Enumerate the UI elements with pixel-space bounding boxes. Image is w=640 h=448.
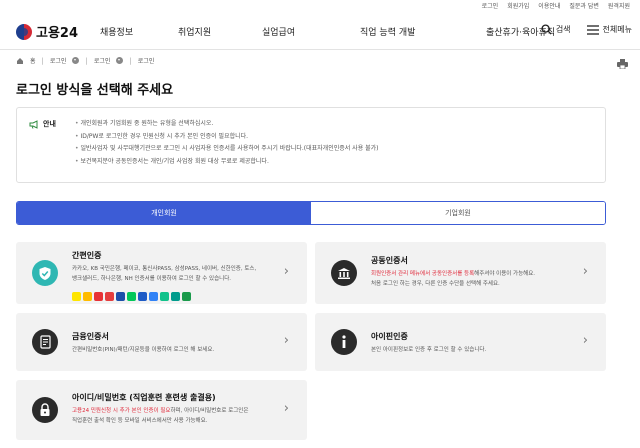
member-type-tabs: 개인회원 기업회원 — [16, 201, 606, 225]
hamburger-icon — [586, 24, 599, 35]
card-description: 카카오, KB 국민은행, 페이코, 통신사PASS, 삼성PASS, 네이버,… — [72, 264, 287, 284]
menu-label: 전체메뉴 — [602, 25, 632, 34]
kb-icon — [83, 292, 92, 301]
card-description: 회원인증서 관리 메뉴에서 공동인증서를 등록해주셔야 이용이 가능해요. 처음… — [371, 269, 586, 289]
card-description-line: 직업훈련 출석 확인 등 모바일 서비스에서만 사용 가능해요. — [72, 418, 208, 424]
toss-icon — [149, 292, 158, 301]
main-nav: 채용정보 취업지원 실업급여 직업 능력 개발 출산휴가·육아휴직 — [100, 25, 596, 38]
payco-icon — [94, 292, 103, 301]
card-description: 본인 아이핀정보로 인증 후 로그인 할 수 있습니다. — [371, 345, 586, 355]
top-link-remote[interactable]: 원격지원 — [608, 1, 630, 10]
card-title: 아이핀인증 — [371, 332, 408, 341]
tab-corporate-member[interactable]: 기업회원 — [311, 202, 605, 224]
card-description-line: 카카오, KB 국민은행, 페이코, 통신사PASS, 삼성PASS, 네이버,… — [72, 266, 257, 272]
breadcrumb-separator-icon: | — [41, 56, 44, 65]
site-logo[interactable]: 고용24 — [16, 22, 78, 41]
document-icon — [32, 329, 58, 355]
breadcrumb-item-1[interactable]: 로그인 — [50, 56, 67, 65]
notice-list: 개인회원과 기업회원 중 원하는 유형을 선택하십시오. ID/PW로 로그인한… — [75, 118, 379, 169]
shinhan-icon — [138, 292, 147, 301]
card-title: 공동인증서 — [371, 256, 408, 265]
printer-icon — [617, 59, 628, 70]
taegeuk-logo-icon — [16, 23, 32, 40]
bank-icon — [331, 260, 357, 286]
top-utility-bar: 로그인 회원가입 이용안내 질문과 답변 원격지원 — [0, 0, 640, 10]
chevron-right-icon: › — [582, 264, 588, 279]
nav-item-jobs[interactable]: 채용정보 — [100, 25, 178, 38]
info-icon — [331, 329, 357, 355]
chevron-right-icon: › — [283, 333, 289, 348]
card-description-line: 하며, 아이디/비밀번호로 로그인은 — [170, 408, 249, 414]
notice-item: 개인회원과 기업회원 중 원하는 유형을 선택하십시오. — [75, 118, 379, 131]
login-option-financial-certificate[interactable]: 금융인증서 간편비밀번호(PIN)/패턴/지문등을 이용하여 로그인 해 보세요… — [16, 313, 307, 371]
top-link-signup[interactable]: 회원가입 — [507, 1, 529, 10]
print-button[interactable] — [617, 54, 628, 73]
top-links: 로그인 회원가입 이용안내 질문과 답변 원격지원 — [482, 1, 630, 10]
top-link-guide[interactable]: 이용안내 — [538, 1, 560, 10]
breadcrumb-item-3: 로그인 — [137, 58, 155, 65]
all-menu-button[interactable]: 전체메뉴 — [586, 24, 632, 35]
notice-item: ID/PW로 로그인한 경우 민원신청 시 추가 본인 인증이 필요합니다. — [75, 131, 379, 144]
card-title: 간편인증 — [72, 251, 102, 260]
nav-item-skill-development[interactable]: 직업 능력 개발 — [360, 25, 486, 38]
notice-item: 보건복지분야 공동인증서는 개인/기업 사업장 회원 대상 무료로 제공합니다. — [75, 156, 379, 169]
breadcrumb: 홈 | 로그인 | 로그인 | 로그인 — [16, 56, 154, 65]
chevron-right-icon: › — [582, 333, 588, 348]
site-header: 고용24 채용정보 취업지원 실업급여 직업 능력 개발 출산휴가·육아휴직 검… — [0, 10, 640, 50]
home-icon — [17, 57, 23, 64]
breadcrumb-separator-icon: | — [129, 56, 132, 65]
card-description-line: 본인 아이핀정보로 인증 후 로그인 할 수 있습니다. — [371, 347, 487, 353]
search-label: 검색 — [555, 25, 571, 34]
login-option-simple-auth[interactable]: 간편인증 카카오, KB 국민은행, 페이코, 통신사PASS, 삼성PASS,… — [16, 242, 307, 304]
card-title: 아이디/비밀번호 (직업훈련 훈련생 출결용) — [72, 393, 216, 402]
card-warning-text: 고용24 민원신청 시 추가 본인 인증이 필요 — [72, 408, 171, 414]
naver-icon — [127, 292, 136, 301]
nav-item-employment-support[interactable]: 취업지원 — [178, 25, 262, 38]
breadcrumb-item-2[interactable]: 로그인 — [94, 56, 111, 65]
logo-text: 고용24 — [36, 26, 79, 41]
notice-item: 일반사업자 및 사무대행기관으로 로그인 시 사업자용 인증서를 사용하여 주시… — [75, 143, 378, 156]
chevron-right-icon: › — [283, 264, 289, 279]
login-option-public-certificate[interactable]: 공동인증서 회원인증서 관리 메뉴에서 공동인증서를 등록해주셔야 이용이 가능… — [315, 242, 606, 304]
card-warning-text: 회원인증서 관리 메뉴에서 공동인증서를 등록 — [371, 271, 475, 277]
samsung-pass-icon — [116, 292, 125, 301]
megaphone-icon — [29, 119, 38, 129]
nh-icon — [182, 292, 191, 301]
tab-personal-member[interactable]: 개인회원 — [17, 202, 311, 224]
notice-label: 안내 — [43, 120, 56, 128]
banksalad-icon — [160, 292, 169, 301]
breadcrumb-home[interactable]: 홈 — [30, 56, 36, 65]
card-description-line: 해주셔야 이용이 가능해요. — [474, 271, 536, 277]
card-title: 금융인증서 — [72, 332, 109, 341]
chevron-right-icon: › — [283, 401, 289, 416]
top-link-qna[interactable]: 질문과 답변 — [569, 1, 599, 10]
nav-item-unemployment-benefit[interactable]: 실업급여 — [262, 25, 360, 38]
search-icon — [541, 24, 552, 35]
lock-icon — [32, 397, 58, 423]
header-utilities: 검색 전체메뉴 — [541, 24, 632, 35]
shield-check-icon — [32, 260, 58, 286]
card-description: 고용24 민원신청 시 추가 본인 인증이 필요하며, 아이디/비밀번호로 로그… — [72, 406, 287, 426]
page-title: 로그인 방식을 선택해 주세요 — [16, 83, 174, 98]
notice-header: 안내 — [29, 119, 56, 129]
card-description-line: 처음 로그인 하는 경우, 다른 인증 수단을 선택해 주세요. — [371, 281, 500, 287]
top-link-login[interactable]: 로그인 — [482, 1, 499, 10]
pass-icon — [105, 292, 114, 301]
breadcrumb-separator-icon: | — [85, 56, 88, 65]
chevron-down-icon[interactable] — [72, 57, 80, 64]
kakao-icon — [72, 292, 81, 301]
card-description: 간편비밀번호(PIN)/패턴/지문등을 이용하여 로그인 해 보세요. — [72, 345, 287, 355]
card-description-line: 간편비밀번호(PIN)/패턴/지문등을 이용하여 로그인 해 보세요. — [72, 347, 215, 353]
search-button[interactable]: 검색 — [541, 24, 571, 35]
login-option-id-password[interactable]: 아이디/비밀번호 (직업훈련 훈련생 출결용) 고용24 민원신청 시 추가 본… — [16, 380, 307, 440]
login-option-ipin[interactable]: 아이핀인증 본인 아이핀정보로 인증 후 로그인 할 수 있습니다. › — [315, 313, 606, 371]
notice-box: 안내 개인회원과 기업회원 중 원하는 유형을 선택하십시오. ID/PW로 로… — [16, 107, 606, 183]
provider-logos — [72, 292, 191, 301]
chevron-down-icon[interactable] — [116, 57, 124, 64]
hana-icon — [171, 292, 180, 301]
card-description-line: 뱅크샐러드, 하나은행, NH 인증서를 이용하여 로그인 할 수 있습니다. — [72, 276, 232, 282]
